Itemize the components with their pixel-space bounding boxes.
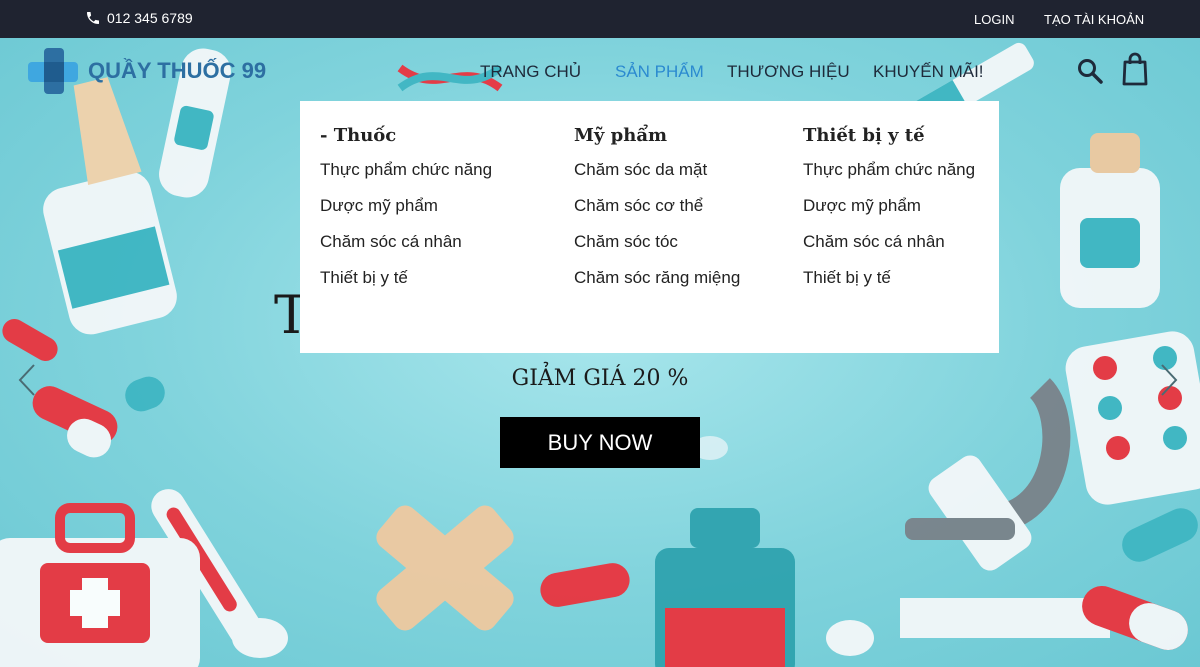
logo-icon[interactable] <box>28 48 78 94</box>
menu-item[interactable]: Chăm sóc cá nhân <box>320 230 492 266</box>
buy-now-button[interactable]: BUY NOW <box>500 417 700 468</box>
menu-item[interactable]: Dược mỹ phẩm <box>803 194 975 230</box>
cart-icon[interactable] <box>1121 52 1149 86</box>
menu-item[interactable]: Chăm sóc da mặt <box>574 158 740 194</box>
menu-item[interactable]: Thiết bị y tế <box>320 266 492 302</box>
menu-item[interactable]: Chăm sóc răng miệng <box>574 266 740 302</box>
dropdown-column-medical-devices: Thiết bị y tế Thực phẩm chức năng Dược m… <box>803 125 975 302</box>
register-link[interactable]: TẠO TÀI KHOẢN <box>1044 12 1144 27</box>
menu-item[interactable]: Chăm sóc tóc <box>574 230 740 266</box>
nav-promotions[interactable]: KHUYẾN MÃI! <box>873 62 984 82</box>
products-dropdown-menu: - Thuốc Thực phẩm chức năng Dược mỹ phẩm… <box>300 101 999 353</box>
top-bar: 012 345 6789 LOGIN TẠO TÀI KHOẢN <box>0 0 1200 38</box>
menu-item[interactable]: Dược mỹ phẩm <box>320 194 492 230</box>
slide-discount: GIẢM GIÁ 20 % <box>511 366 689 391</box>
nav-brands[interactable]: THƯƠNG HIỆU <box>727 62 850 82</box>
nav-products[interactable]: SẢN PHẨM <box>615 62 704 82</box>
phone-number: 012 345 6789 <box>107 10 193 26</box>
column-title[interactable]: - Thuốc <box>320 125 492 146</box>
search-icon[interactable] <box>1077 58 1103 84</box>
nav-home[interactable]: TRANG CHỦ <box>480 62 581 82</box>
menu-item[interactable]: Thực phẩm chức năng <box>803 158 975 194</box>
menu-item[interactable]: Chăm sóc cá nhân <box>803 230 975 266</box>
chevron-left-icon[interactable] <box>16 362 38 398</box>
column-title[interactable]: Mỹ phẩm <box>574 125 740 146</box>
phone-icon <box>87 12 99 24</box>
phone-contact[interactable]: 012 345 6789 <box>85 10 193 26</box>
login-link[interactable]: LOGIN <box>974 12 1014 27</box>
brand-name[interactable]: QUẦY THUỐC 99 <box>88 58 266 84</box>
dropdown-column-medicine: - Thuốc Thực phẩm chức năng Dược mỹ phẩm… <box>320 125 492 302</box>
column-title[interactable]: Thiết bị y tế <box>803 125 975 146</box>
menu-item[interactable]: Chăm sóc cơ thể <box>574 194 740 230</box>
menu-item[interactable]: Thiết bị y tế <box>803 266 975 302</box>
menu-item[interactable]: Thực phẩm chức năng <box>320 158 492 194</box>
dropdown-column-cosmetics: Mỹ phẩm Chăm sóc da mặt Chăm sóc cơ thể … <box>574 125 740 302</box>
chevron-right-icon[interactable] <box>1158 362 1180 398</box>
